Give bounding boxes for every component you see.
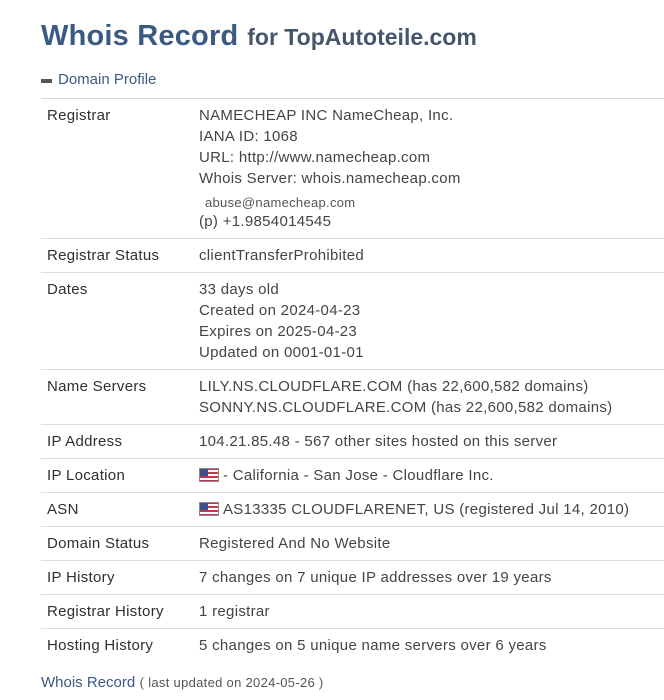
registrar-status-value: clientTransferProhibited (199, 247, 365, 264)
last-updated-note: ( last updated on 2024-05-26 ) (139, 675, 324, 690)
domain-status-label: Domain Status (47, 535, 150, 552)
dates-value: 33 days old Created on 2024-04-23 Expire… (199, 279, 664, 363)
ip-history-label: IP History (47, 569, 115, 586)
page-title: Whois Record for TopAutoteile.com (41, 14, 477, 57)
registrar-status-label: Registrar Status (47, 247, 160, 264)
whois-record-footer: Whois Record ( last updated on 2024-05-2… (41, 671, 324, 695)
ip-address-row: IP Address 104.21.85.48 - 567 other site… (41, 425, 664, 459)
domain-profile-heading[interactable]: Domain Profile (58, 68, 156, 92)
us-flag-icon (199, 502, 219, 516)
registrar-history-value: 1 registrar (199, 603, 270, 620)
registrar-history-row: Registrar History 1 registrar (41, 595, 664, 629)
whois-record-link[interactable]: Whois Record (41, 674, 135, 691)
registrar-contact: abuse@namecheap.com (p) +1.9854014545 (199, 193, 664, 232)
ip-address-value: 104.21.85.48 - 567 other sites hosted on… (199, 433, 558, 450)
dates-label: Dates (47, 281, 88, 298)
registrar-url: URL: http://www.namecheap.com (199, 149, 431, 166)
domain-age: 33 days old (199, 281, 280, 298)
ip-location-row: IP Location - California - San Jose - Cl… (41, 459, 664, 493)
page-title-main: Whois Record (41, 20, 239, 52)
registrar-whois-server: Whois Server: whois.namecheap.com (199, 170, 461, 187)
asn-text: AS13335 CLOUDFLARENET, US (registered Ju… (223, 501, 630, 518)
name-servers-row: Name Servers LILY.NS.CLOUDFLARE.COM (has… (41, 370, 664, 425)
ip-address-label: IP Address (47, 433, 123, 450)
name-server-1: LILY.NS.CLOUDFLARE.COM (has 22,600,582 d… (199, 378, 589, 395)
registrar-history-label: Registrar History (47, 603, 164, 620)
domain-profile-table: Registrar NAMECHEAP INC NameCheap, Inc. … (41, 98, 664, 662)
registrar-status-row: Registrar Status clientTransferProhibite… (41, 239, 664, 273)
registrar-name: NAMECHEAP INC NameCheap, Inc. (199, 107, 454, 124)
ip-history-row: IP History 7 changes on 7 unique IP addr… (41, 561, 664, 595)
hosting-history-label: Hosting History (47, 637, 154, 654)
ip-location-label: IP Location (47, 467, 126, 484)
asn-row: ASN AS13335 CLOUDFLARENET, US (registere… (41, 493, 664, 527)
name-servers-label: Name Servers (47, 378, 147, 395)
updated-date: Updated on 0001-01-01 (199, 344, 364, 361)
ip-location-value: - California - San Jose - Cloudflare Inc… (199, 465, 664, 486)
registrar-iana-id: IANA ID: 1068 (199, 128, 298, 145)
ip-history-value: 7 changes on 7 unique IP addresses over … (199, 569, 552, 586)
created-date: Created on 2024-04-23 (199, 302, 361, 319)
domain-status-value: Registered And No Website (199, 535, 391, 552)
minus-icon[interactable] (41, 78, 52, 83)
hosting-history-value: 5 changes on 5 unique name servers over … (199, 637, 547, 654)
registrar-phone: (p) +1.9854014545 (199, 213, 332, 230)
registrar-row: Registrar NAMECHEAP INC NameCheap, Inc. … (41, 99, 664, 239)
us-flag-icon (199, 468, 219, 482)
page-title-domain: for TopAutoteile.com (247, 24, 477, 50)
expires-date: Expires on 2025-04-23 (199, 323, 358, 340)
domain-status-row: Domain Status Registered And No Website (41, 527, 664, 561)
name-server-2: SONNY.NS.CLOUDFLARE.COM (has 22,600,582 … (199, 399, 613, 416)
registrar-label: Registrar (47, 107, 111, 124)
domain-profile-toggle[interactable]: Domain Profile (41, 68, 156, 92)
registrar-abuse-email: abuse@namecheap.com (205, 195, 356, 210)
dates-row: Dates 33 days old Created on 2024-04-23 … (41, 273, 664, 370)
registrar-value: NAMECHEAP INC NameCheap, Inc. IANA ID: 1… (199, 105, 664, 232)
ip-location-text: - California - San Jose - Cloudflare Inc… (223, 467, 494, 484)
asn-value: AS13335 CLOUDFLARENET, US (registered Ju… (199, 499, 664, 520)
hosting-history-row: Hosting History 5 changes on 5 unique na… (41, 629, 664, 662)
name-servers-value: LILY.NS.CLOUDFLARE.COM (has 22,600,582 d… (199, 376, 664, 418)
asn-label: ASN (47, 501, 79, 518)
